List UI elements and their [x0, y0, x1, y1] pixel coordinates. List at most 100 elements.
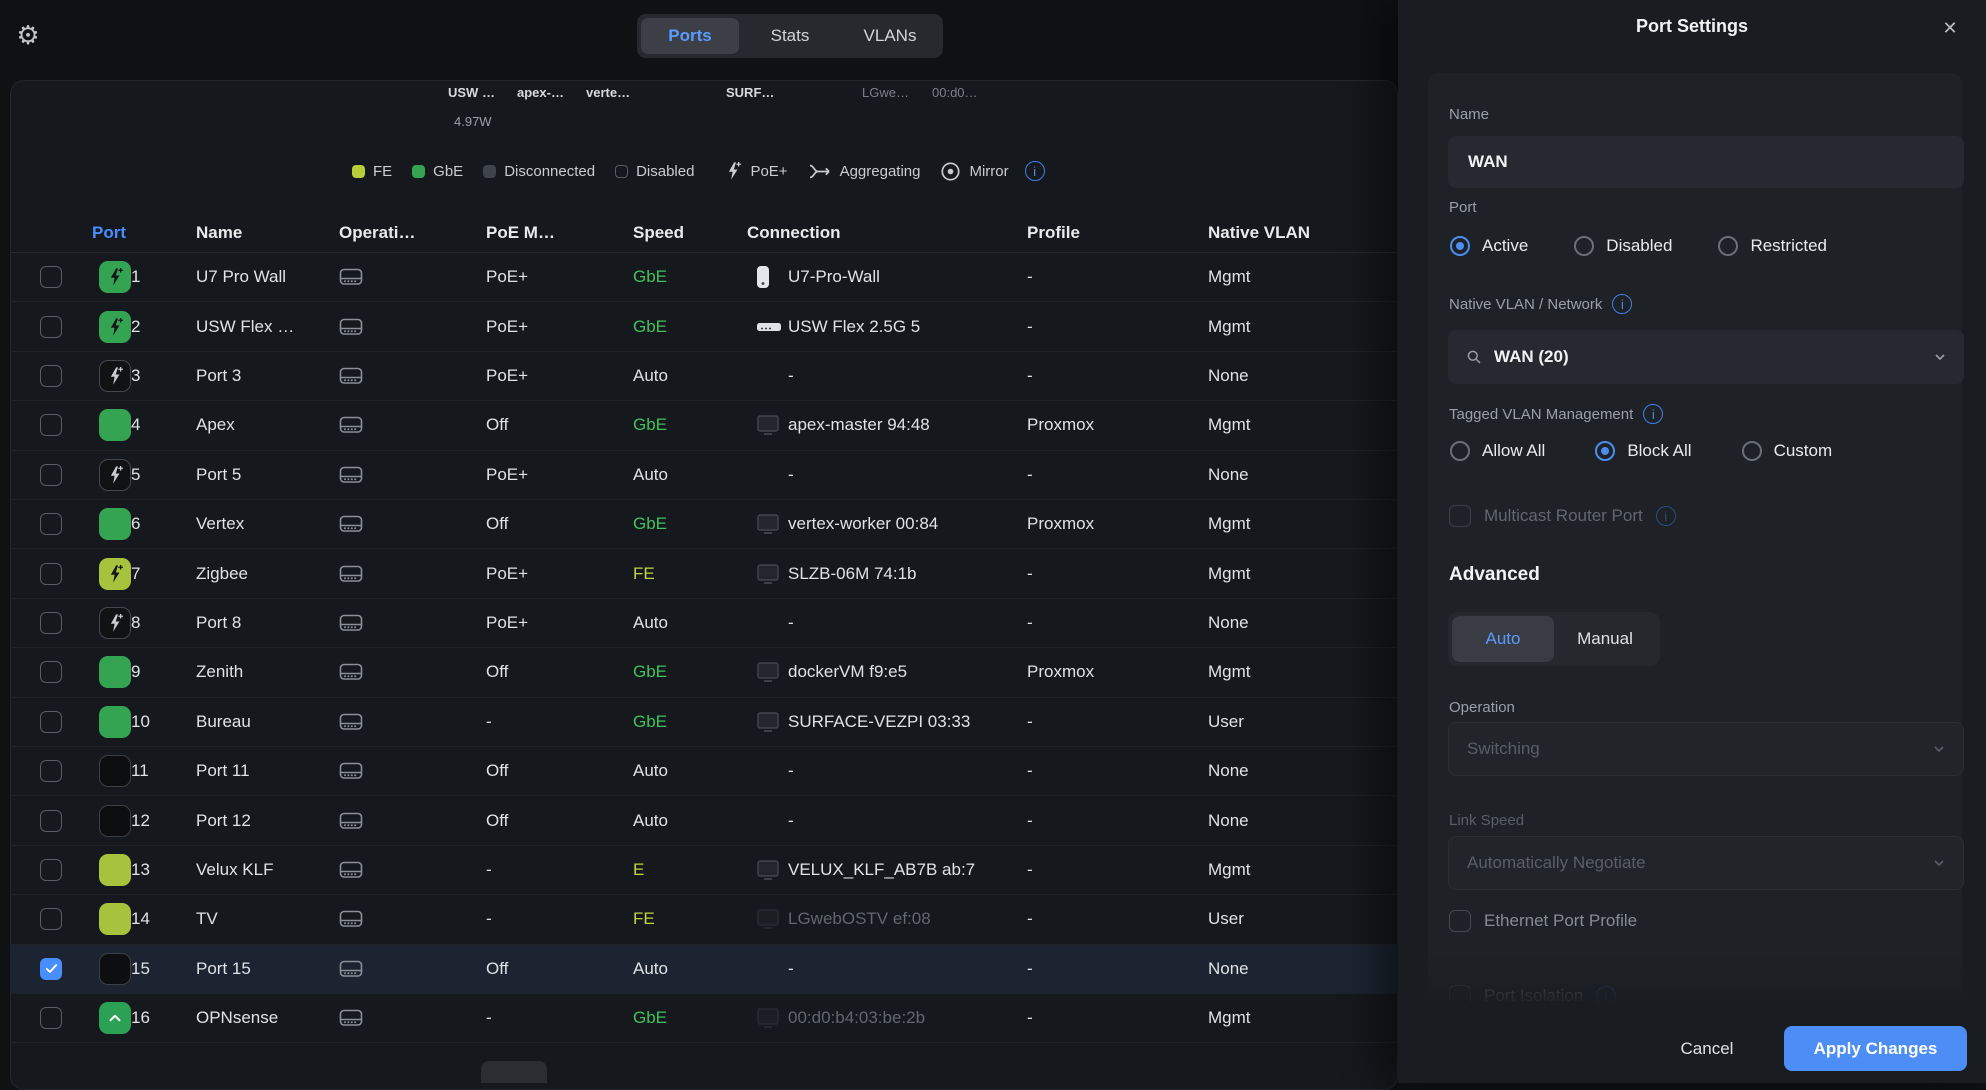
- info-icon[interactable]: i: [1612, 294, 1632, 314]
- device-port-label: LGwe…: [862, 85, 909, 100]
- connection-name: -: [788, 959, 794, 979]
- port-state-active[interactable]: Active: [1450, 236, 1528, 256]
- port-number: 14: [131, 909, 150, 929]
- ethernet-port-profile-checkbox[interactable]: [1449, 910, 1471, 932]
- ethernet-port-profile-row[interactable]: Ethernet Port Profile: [1449, 910, 1637, 932]
- cancel-button[interactable]: Cancel: [1662, 1035, 1752, 1063]
- legend-label: PoE+: [750, 163, 787, 180]
- tagged-vlan-allow-all[interactable]: Allow All: [1450, 441, 1545, 461]
- switch-device-icon: [339, 958, 364, 979]
- table-row[interactable]: 14 TV - FE LGwebOSTV ef:08 - User: [10, 895, 1398, 944]
- connection-name: -: [788, 366, 794, 386]
- native-vlan-value: WAN (20): [1494, 347, 1920, 367]
- native-vlan-label: Native VLAN / Network i: [1449, 294, 1632, 314]
- client-device-icon: [756, 711, 780, 733]
- row-checkbox[interactable]: [40, 661, 62, 683]
- info-icon[interactable]: i: [1643, 404, 1663, 424]
- column-header-name[interactable]: Name: [196, 223, 242, 243]
- apply-changes-button[interactable]: Apply Changes: [1784, 1026, 1967, 1071]
- port-name: Port 12: [196, 811, 251, 831]
- link-speed: FE: [633, 564, 655, 584]
- close-icon[interactable]: ✕: [1936, 14, 1964, 42]
- info-icon[interactable]: i: [1025, 161, 1045, 181]
- tab-ports[interactable]: Ports: [641, 18, 739, 54]
- native-vlan: Mgmt: [1208, 1008, 1251, 1028]
- poe-dark-port-icon: [99, 360, 131, 392]
- connection-name: LGwebOSTV ef:08: [788, 909, 931, 929]
- row-checkbox[interactable]: [40, 414, 62, 436]
- table-row[interactable]: 5 Port 5 PoE+ Auto - - None: [10, 451, 1398, 500]
- table-row[interactable]: 3 Port 3 PoE+ Auto - - None: [10, 352, 1398, 401]
- mode-toggle-auto[interactable]: Auto: [1452, 616, 1554, 662]
- table-row[interactable]: 15 Port 15 Off Auto - - None: [10, 945, 1398, 994]
- column-header-nativevlan[interactable]: Native VLAN: [1208, 223, 1310, 243]
- switch-device-icon: [339, 267, 364, 288]
- row-checkbox[interactable]: [40, 1007, 62, 1029]
- row-checkbox[interactable]: [40, 908, 62, 930]
- poe-mode: Off: [486, 415, 508, 435]
- column-header-connection[interactable]: Connection: [747, 223, 841, 243]
- port-state-disabled[interactable]: Disabled: [1574, 236, 1672, 256]
- legend-label: Mirror: [969, 163, 1008, 180]
- port-isolation-row[interactable]: Port Isolation i: [1449, 985, 1616, 1007]
- tagged-vlan-custom[interactable]: Custom: [1742, 441, 1833, 461]
- green-port-icon: [99, 409, 131, 441]
- row-checkbox[interactable]: [40, 316, 62, 338]
- table-row[interactable]: 13 Velux KLF - E VELUX_KLF_AB7B ab:7 - M…: [10, 846, 1398, 895]
- table-row[interactable]: 4 Apex Off GbE apex-master 94:48 Proxmox…: [10, 401, 1398, 450]
- column-header-profile[interactable]: Profile: [1027, 223, 1080, 243]
- row-checkbox[interactable]: [40, 464, 62, 486]
- column-header-speed[interactable]: Speed: [633, 223, 684, 243]
- table-row[interactable]: 8 Port 8 PoE+ Auto - - None: [10, 599, 1398, 648]
- row-checkbox[interactable]: [40, 711, 62, 733]
- port-name: Port 8: [196, 613, 241, 633]
- radio-icon: [1574, 236, 1594, 256]
- table-row[interactable]: 12 Port 12 Off Auto - - None: [10, 796, 1398, 845]
- row-checkbox[interactable]: [40, 513, 62, 535]
- radio-label: Restricted: [1750, 236, 1827, 256]
- table-row[interactable]: 6 Vertex Off GbE vertex-worker 00:84 Pro…: [10, 500, 1398, 549]
- column-header-operati[interactable]: Operati…: [339, 223, 416, 243]
- connection-name: VELUX_KLF_AB7B ab:7: [788, 860, 975, 880]
- device-port-label: SURF…: [726, 85, 774, 100]
- table-row[interactable]: 9 Zenith Off GbE dockerVM f9:e5 Proxmox …: [10, 648, 1398, 697]
- row-checkbox[interactable]: [40, 563, 62, 585]
- table-row[interactable]: 7 Zigbee PoE+ FE SLZB-06M 74:1b - Mgmt: [10, 549, 1398, 598]
- table-row[interactable]: 1 U7 Pro Wall PoE+ GbE U7-Pro-Wall - Mgm…: [10, 253, 1398, 302]
- row-checkbox[interactable]: [40, 760, 62, 782]
- column-header-poem[interactable]: PoE M…: [486, 223, 555, 243]
- port-isolation-checkbox[interactable]: [1449, 985, 1471, 1007]
- row-checkbox[interactable]: [40, 612, 62, 634]
- pagination-stub[interactable]: [481, 1061, 547, 1083]
- operation-label: Operation: [1449, 699, 1515, 716]
- port-state-restricted[interactable]: Restricted: [1718, 236, 1827, 256]
- name-input[interactable]: WAN: [1448, 136, 1964, 188]
- row-checkbox[interactable]: [40, 365, 62, 387]
- row-checkbox[interactable]: [40, 810, 62, 832]
- ap-device-icon: [756, 265, 770, 289]
- connection-name: USW Flex 2.5G 5: [788, 317, 920, 337]
- row-checkbox[interactable]: [40, 859, 62, 881]
- column-header-port[interactable]: Port: [92, 223, 126, 243]
- table-row[interactable]: 10 Bureau - GbE SURFACE-VEZPI 03:33 - Us…: [10, 698, 1398, 747]
- mode-toggle-manual[interactable]: Manual: [1554, 616, 1656, 662]
- table-row[interactable]: 11 Port 11 Off Auto - - None: [10, 747, 1398, 796]
- profile: -: [1027, 712, 1033, 732]
- tagged-vlan-label-text: Tagged VLAN Management: [1449, 406, 1633, 423]
- row-checkbox[interactable]: [40, 958, 62, 980]
- native-vlan-select[interactable]: WAN (20): [1448, 330, 1964, 384]
- table-row[interactable]: 16 OPNsense - GbE 00:d0:b4:03:be:2b - Mg…: [10, 994, 1398, 1043]
- green-port-icon: [99, 508, 131, 540]
- settings-gear-icon[interactable]: ⚙: [13, 21, 43, 51]
- legend-item-fe: FE: [352, 163, 392, 180]
- tab-vlans[interactable]: VLANs: [841, 18, 939, 54]
- poe-mode: PoE+: [486, 613, 528, 633]
- tagged-vlan-block-all[interactable]: Block All: [1595, 441, 1691, 461]
- info-icon: i: [1656, 506, 1676, 526]
- row-checkbox[interactable]: [40, 266, 62, 288]
- table-row[interactable]: 2 USW Flex … PoE+ GbE USW Flex 2.5G 5 - …: [10, 302, 1398, 351]
- tab-stats[interactable]: Stats: [741, 18, 839, 54]
- legend-item-info[interactable]: i: [1025, 161, 1045, 181]
- operation-value: Switching: [1467, 739, 1919, 759]
- poe-mode: PoE+: [486, 564, 528, 584]
